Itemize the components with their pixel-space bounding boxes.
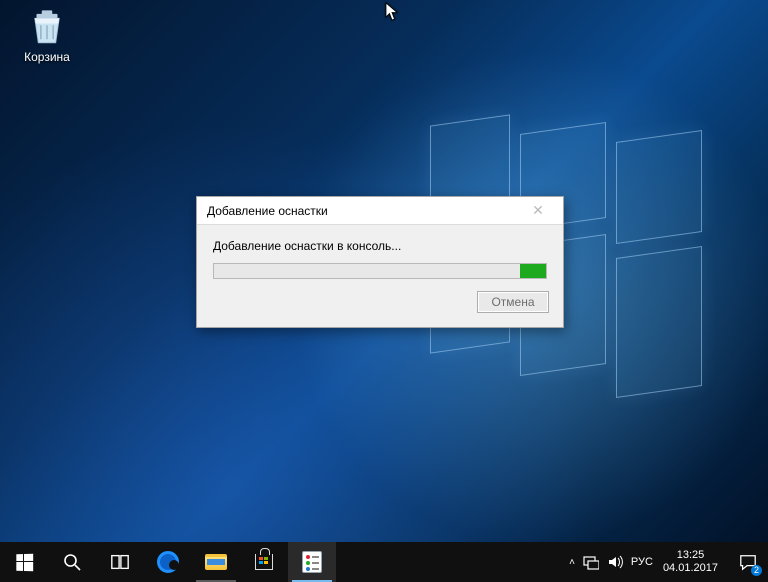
taskbar: ˄ РУС 13:25 04.01.2017 2 (0, 542, 768, 582)
store-icon (255, 554, 273, 570)
notification-badge: 2 (751, 565, 762, 576)
task-view-button[interactable] (96, 542, 144, 582)
taskbar-app-edge[interactable] (144, 542, 192, 582)
dialog-message: Добавление оснастки в консоль... (213, 239, 547, 253)
file-explorer-icon (205, 554, 227, 570)
volume-icon[interactable] (607, 554, 623, 570)
dialog-titlebar[interactable]: Добавление оснастки ✕ (197, 197, 563, 225)
tray-time: 13:25 (677, 549, 705, 562)
progress-bar (213, 263, 547, 279)
cursor-icon (385, 2, 399, 22)
taskbar-spacer (336, 542, 563, 582)
search-icon (62, 552, 82, 572)
desktop[interactable]: Корзина Добавление оснастки ✕ Добавление… (0, 0, 768, 542)
dialog-add-snapin: Добавление оснастки ✕ Добавление оснастк… (196, 196, 564, 328)
taskbar-app-store[interactable] (240, 542, 288, 582)
wallpaper-pane (616, 246, 702, 398)
recycle-bin-icon (26, 6, 68, 48)
start-button[interactable] (0, 542, 48, 582)
progress-bar-fill (520, 264, 546, 278)
tray-language[interactable]: РУС (631, 556, 653, 568)
tray-overflow-button[interactable]: ˄ (569, 557, 575, 568)
wallpaper-pane (616, 130, 702, 244)
windows-logo-icon (16, 553, 33, 571)
taskbar-app-mmc[interactable] (288, 542, 336, 582)
task-view-icon (110, 552, 130, 572)
tray-date: 04.01.2017 (663, 562, 718, 575)
action-center-button[interactable]: 2 (728, 542, 768, 582)
cancel-button[interactable]: Отмена (477, 291, 549, 313)
taskbar-app-explorer[interactable] (192, 542, 240, 582)
desktop-icon-recycle-bin[interactable]: Корзина (14, 6, 80, 64)
dialog-title: Добавление оснастки (207, 204, 517, 218)
network-icon[interactable] (583, 554, 599, 570)
system-tray: ˄ РУС 13:25 04.01.2017 (563, 542, 728, 582)
desktop-icon-label: Корзина (24, 50, 70, 64)
edge-icon (157, 551, 179, 573)
search-button[interactable] (48, 542, 96, 582)
mmc-icon (302, 551, 322, 573)
close-button: ✕ (517, 200, 559, 222)
tray-clock[interactable]: 13:25 04.01.2017 (661, 549, 720, 575)
